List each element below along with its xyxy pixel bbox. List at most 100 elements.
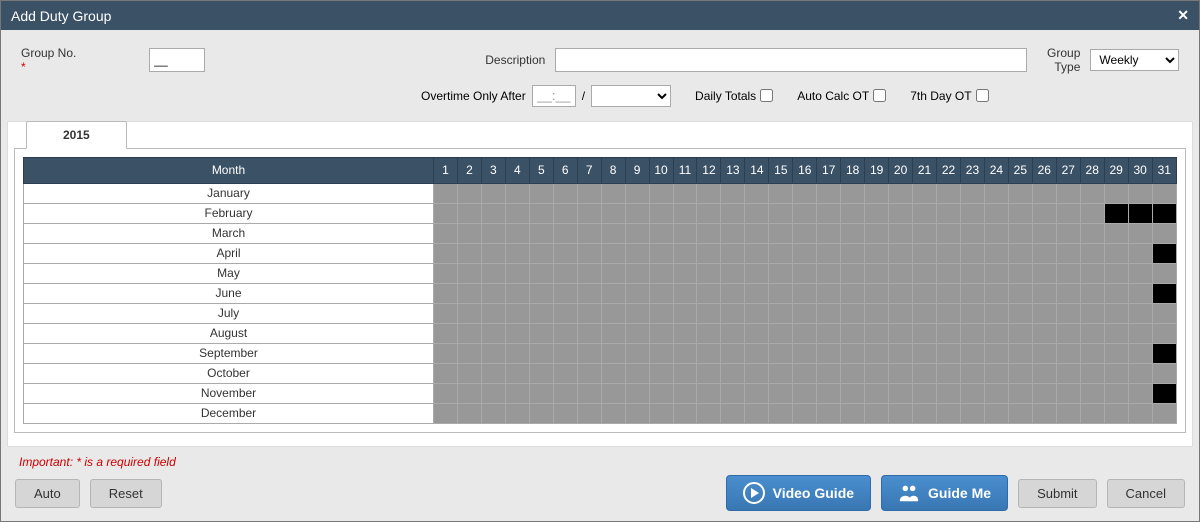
- day-cell[interactable]: [1056, 283, 1080, 303]
- day-cell[interactable]: [1056, 243, 1080, 263]
- day-cell[interactable]: [913, 303, 937, 323]
- day-cell[interactable]: [649, 263, 673, 283]
- day-cell[interactable]: [889, 263, 913, 283]
- reset-button[interactable]: Reset: [90, 479, 162, 508]
- day-cell[interactable]: [457, 263, 481, 283]
- day-cell[interactable]: [745, 383, 769, 403]
- day-cell[interactable]: [1032, 263, 1056, 283]
- day-cell[interactable]: [505, 403, 529, 423]
- day-cell[interactable]: [721, 263, 745, 283]
- day-cell[interactable]: [1056, 383, 1080, 403]
- day-cell[interactable]: [841, 363, 865, 383]
- day-cell[interactable]: [889, 223, 913, 243]
- day-cell[interactable]: [601, 263, 625, 283]
- day-cell[interactable]: [673, 323, 697, 343]
- day-cell[interactable]: [673, 283, 697, 303]
- day-cell[interactable]: [1104, 303, 1128, 323]
- day-cell[interactable]: [817, 183, 841, 203]
- day-cell[interactable]: [1128, 223, 1152, 243]
- day-cell[interactable]: [625, 323, 649, 343]
- day-cell[interactable]: [1032, 323, 1056, 343]
- day-cell[interactable]: [793, 323, 817, 343]
- day-cell[interactable]: [673, 343, 697, 363]
- day-cell[interactable]: [937, 303, 961, 323]
- day-cell[interactable]: [1104, 283, 1128, 303]
- day-cell[interactable]: [841, 323, 865, 343]
- day-cell[interactable]: [1056, 403, 1080, 423]
- day-cell[interactable]: [745, 323, 769, 343]
- day-cell[interactable]: [434, 363, 458, 383]
- day-cell[interactable]: [913, 323, 937, 343]
- day-cell[interactable]: [913, 283, 937, 303]
- day-cell[interactable]: [697, 203, 721, 223]
- day-cell[interactable]: [745, 343, 769, 363]
- day-cell[interactable]: [673, 363, 697, 383]
- day-cell[interactable]: [841, 403, 865, 423]
- day-cell[interactable]: [553, 343, 577, 363]
- day-cell[interactable]: [937, 383, 961, 403]
- day-cell[interactable]: [913, 203, 937, 223]
- submit-button[interactable]: Submit: [1018, 479, 1096, 508]
- day-cell[interactable]: [817, 263, 841, 283]
- day-cell[interactable]: [841, 383, 865, 403]
- day-cell[interactable]: [745, 263, 769, 283]
- day-cell[interactable]: [984, 243, 1008, 263]
- day-cell[interactable]: [457, 223, 481, 243]
- day-cell[interactable]: [960, 183, 984, 203]
- day-cell[interactable]: [697, 343, 721, 363]
- day-cell[interactable]: [1008, 243, 1032, 263]
- day-cell[interactable]: [577, 203, 601, 223]
- day-cell[interactable]: [1080, 243, 1104, 263]
- day-cell[interactable]: [601, 343, 625, 363]
- day-cell[interactable]: [673, 263, 697, 283]
- day-cell[interactable]: [841, 303, 865, 323]
- day-cell[interactable]: [937, 243, 961, 263]
- day-cell[interactable]: [625, 203, 649, 223]
- day-cell[interactable]: [960, 343, 984, 363]
- day-cell[interactable]: [1032, 243, 1056, 263]
- overtime-after-select[interactable]: [591, 85, 671, 107]
- day-cell[interactable]: [434, 403, 458, 423]
- day-cell[interactable]: [984, 303, 1008, 323]
- day-cell[interactable]: [601, 383, 625, 403]
- cancel-button[interactable]: Cancel: [1107, 479, 1185, 508]
- day-cell[interactable]: [625, 383, 649, 403]
- tab-year[interactable]: 2015: [26, 121, 127, 149]
- day-cell[interactable]: [434, 243, 458, 263]
- description-input[interactable]: [555, 48, 1027, 72]
- day-cell[interactable]: [553, 243, 577, 263]
- auto-button[interactable]: Auto: [15, 479, 80, 508]
- day-cell[interactable]: [769, 203, 793, 223]
- day-cell[interactable]: [1152, 283, 1176, 303]
- day-cell[interactable]: [505, 323, 529, 343]
- day-cell[interactable]: [1056, 303, 1080, 323]
- day-cell[interactable]: [481, 183, 505, 203]
- group-no-input[interactable]: [149, 48, 205, 72]
- day-cell[interactable]: [529, 203, 553, 223]
- day-cell[interactable]: [769, 183, 793, 203]
- day-cell[interactable]: [937, 343, 961, 363]
- day-cell[interactable]: [577, 183, 601, 203]
- day-cell[interactable]: [769, 223, 793, 243]
- day-cell[interactable]: [553, 203, 577, 223]
- day-cell[interactable]: [1152, 223, 1176, 243]
- day-cell[interactable]: [913, 223, 937, 243]
- day-cell[interactable]: [913, 243, 937, 263]
- day-cell[interactable]: [1008, 303, 1032, 323]
- day-cell[interactable]: [601, 203, 625, 223]
- day-cell[interactable]: [769, 383, 793, 403]
- day-cell[interactable]: [1152, 303, 1176, 323]
- day-cell[interactable]: [1152, 183, 1176, 203]
- day-cell[interactable]: [1080, 303, 1104, 323]
- day-cell[interactable]: [1080, 223, 1104, 243]
- day-cell[interactable]: [984, 343, 1008, 363]
- day-cell[interactable]: [1008, 383, 1032, 403]
- day-cell[interactable]: [841, 223, 865, 243]
- day-cell[interactable]: [697, 243, 721, 263]
- day-cell[interactable]: [577, 243, 601, 263]
- day-cell[interactable]: [434, 283, 458, 303]
- day-cell[interactable]: [529, 303, 553, 323]
- day-cell[interactable]: [649, 223, 673, 243]
- day-cell[interactable]: [745, 363, 769, 383]
- day-cell[interactable]: [769, 403, 793, 423]
